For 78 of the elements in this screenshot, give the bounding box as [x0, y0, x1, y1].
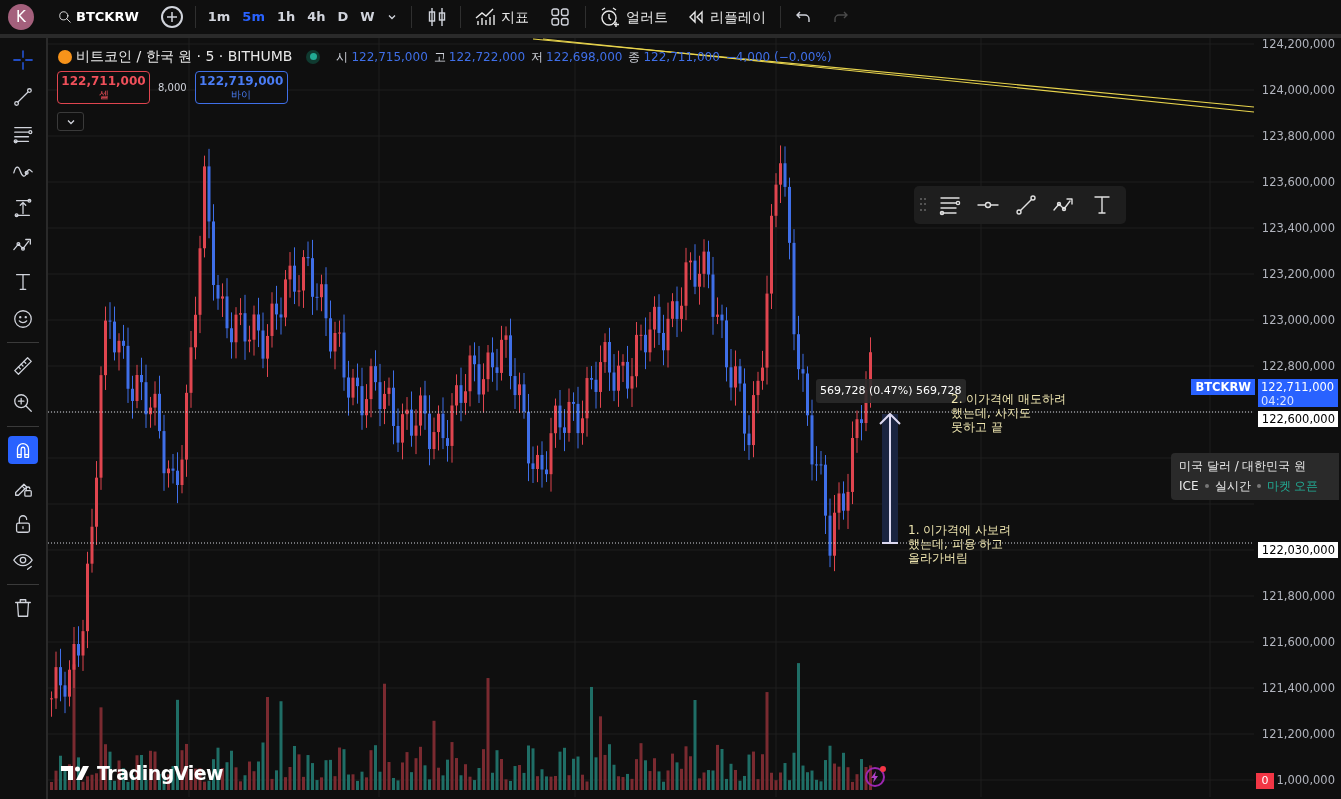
ohlc-label: 시	[336, 48, 349, 66]
collapse-button[interactable]	[57, 112, 84, 131]
price-axis-label: 123,800,000	[1261, 129, 1335, 143]
symbol-name: 미국 달러 / 대한민국 원	[1179, 458, 1308, 475]
indicators-button[interactable]: 지표	[474, 6, 529, 28]
grid-icon	[550, 8, 569, 26]
redo-icon	[832, 10, 849, 24]
annotation-text: 1. 이가격에 사보려 했는데, 피융 하고 올라가버림	[908, 523, 1012, 565]
interval-tab[interactable]: 1m	[207, 7, 231, 27]
search-icon	[58, 10, 72, 24]
trendline-icon	[1014, 193, 1038, 217]
price-axis-label: 124,000,000	[1261, 83, 1335, 97]
ohlc-label: 종	[628, 48, 641, 66]
interval-tab[interactable]: D	[337, 7, 349, 27]
chart-icon	[474, 8, 495, 26]
plus-icon	[165, 11, 178, 23]
volume-badge: 0	[1256, 773, 1274, 789]
symbol-search-button[interactable]: BTCKRW	[58, 7, 139, 27]
symbol-title: 비트코인 / 한국 원 · 5 · BITHUMB	[76, 47, 293, 66]
candle-style-button[interactable]	[427, 7, 446, 27]
interval-tab[interactable]: 4h	[307, 7, 326, 27]
price-line-label: 122,600,000	[1258, 411, 1338, 427]
replay-button[interactable]: 리플레이	[687, 6, 766, 28]
price-axis-label: 123,400,000	[1261, 221, 1335, 235]
last-price-label: 122,711,000 04:20	[1258, 379, 1338, 407]
emoji-icon	[12, 308, 34, 330]
add-symbol-button[interactable]	[160, 6, 183, 28]
data-feed-status: 실시간	[1214, 478, 1251, 495]
crosshair-icon	[12, 49, 34, 71]
spread-value: 8,000	[157, 81, 188, 95]
price-axis-label: 123,600,000	[1261, 175, 1335, 189]
trash-icon	[12, 597, 34, 619]
alarm-clock-icon	[599, 7, 620, 27]
price-axis-label: 121,800,000	[1261, 589, 1335, 603]
price-axis-label: 124,200,000	[1261, 37, 1335, 51]
price-axis-label: 121,200,000	[1261, 727, 1335, 741]
horizontal-line[interactable]	[48, 411, 1254, 413]
measure-icon	[12, 197, 34, 219]
brand-name: TradingView	[97, 761, 224, 786]
price-axis-label: 1,000,000	[1276, 773, 1335, 787]
zoom-in-icon	[12, 392, 34, 414]
ohlc-value: 122,722,000	[448, 48, 526, 66]
candlestick-icon	[427, 7, 446, 27]
price-axis-label: 123,000,000	[1261, 313, 1335, 327]
ohlc-value: 122,711,000	[643, 48, 720, 66]
interval-tab[interactable]: 5m	[242, 7, 265, 27]
price-axis-label: 121,400,000	[1261, 681, 1335, 695]
horizontal-line[interactable]	[48, 542, 1254, 544]
ohlc-value: 122,698,000	[546, 48, 623, 66]
coin-icon	[58, 49, 72, 64]
interval-tab[interactable]: 1h	[276, 7, 296, 27]
price-axis-label: 123,200,000	[1261, 267, 1335, 281]
market-status-icon	[306, 49, 321, 64]
undo-icon	[794, 10, 811, 24]
ruler-icon	[12, 355, 34, 377]
price-line-label: 122,030,000	[1258, 542, 1338, 558]
alert-button[interactable]: 얼러트	[599, 6, 668, 28]
trend-line[interactable]	[532, 38, 1254, 113]
magnet-tool-button[interactable]	[8, 436, 38, 464]
price-axis-label: 122,800,000	[1261, 359, 1335, 373]
ohlc-label: 고	[433, 48, 446, 66]
market-status: 마켓 오픈	[1266, 478, 1319, 495]
interval-tab[interactable]: W	[360, 7, 375, 27]
sell-button[interactable]: 122,711,000 셀	[57, 71, 150, 104]
avatar[interactable]: K	[8, 4, 34, 30]
undo-button[interactable]	[794, 10, 811, 24]
trendline-icon	[12, 86, 34, 108]
rewind-icon	[687, 10, 704, 24]
caret-icon	[386, 12, 397, 22]
symbol-label: BTCKRW	[1191, 379, 1255, 395]
buy-button[interactable]: 122,719,000 바이	[194, 71, 288, 104]
layouts-button[interactable]	[550, 8, 569, 26]
price-axis-label: 121,600,000	[1261, 635, 1335, 649]
exchange-name: ICE	[1179, 478, 1199, 495]
lightning-icon[interactable]	[865, 767, 885, 787]
ohlc-label: 저	[531, 48, 544, 66]
interval-dropdown-button[interactable]	[386, 12, 397, 22]
ohlc-value: 122,715,000	[351, 48, 428, 66]
